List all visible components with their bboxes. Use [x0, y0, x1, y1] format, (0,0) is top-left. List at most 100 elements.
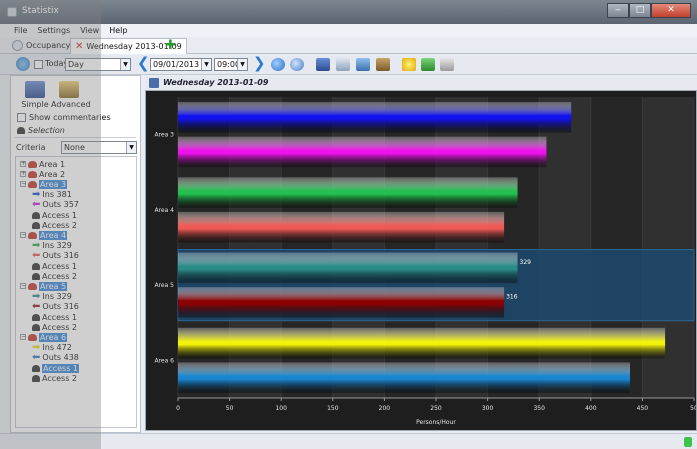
tree-item-label: Access 1 [42, 261, 78, 271]
tree-area-item[interactable]: − Area 5 [20, 281, 68, 291]
tree-access-item[interactable]: Access 1 [32, 261, 77, 271]
chart-header: Wednesday 2013-01-09 [145, 76, 697, 90]
in-arrow-icon: ➡ [32, 291, 41, 303]
tree-access-item[interactable]: Access 2 [32, 322, 77, 332]
tree-access-item[interactable]: Access 1 [32, 363, 80, 373]
area-icon [28, 170, 37, 178]
menu-help[interactable]: Help [109, 24, 127, 37]
tab-occupancy[interactable]: Occupancy [12, 38, 70, 53]
category-label: Area 3 [154, 132, 174, 139]
tree-access-item[interactable]: Access 1 [32, 210, 77, 220]
star-icon[interactable] [402, 58, 416, 71]
x-tick-label: 250 [430, 405, 442, 412]
collapse-icon[interactable]: − [20, 181, 26, 188]
tree-item-label: Ins 329 [42, 241, 72, 251]
tree-area-item[interactable]: + Area 1 [20, 159, 65, 169]
image-icon[interactable] [356, 58, 370, 71]
show-commentaries-label: Show commentaries [29, 113, 111, 122]
tree-outs-item[interactable]: ⬅ Outs 357 [32, 200, 79, 210]
bar [178, 211, 505, 243]
toolbar: Today Day ▼ ❮ 09/01/2013 ▼ 09:00 ▼ ❯ [0, 55, 697, 75]
minimize-button[interactable]: ‒ [607, 3, 629, 18]
zoom-in-icon[interactable] [271, 58, 285, 71]
maximize-button[interactable]: □ [629, 3, 651, 18]
refresh-icon[interactable] [16, 57, 30, 71]
status-bar [0, 433, 697, 449]
app-icon [7, 7, 17, 17]
x-tick-label: 150 [327, 405, 339, 412]
add-tab-icon[interactable]: ✚ [165, 39, 176, 52]
bar [178, 102, 572, 133]
area-icon [28, 180, 37, 188]
date-picker[interactable]: 09/01/2013 ▼ [150, 58, 212, 71]
show-commentaries-row[interactable]: Show commentaries [17, 113, 111, 122]
criteria-select[interactable]: None ▼ [61, 141, 137, 154]
tree-area-item[interactable]: − Area 3 [20, 179, 68, 189]
area-tree: + Area 1 + Area 2− Area 3 ➡ Ins 381 ⬅ Outs 357 Ac… [15, 156, 137, 428]
tree-access-item[interactable]: Access 2 [32, 373, 77, 383]
tree-item-label: Access 2 [42, 220, 78, 230]
tree-access-item[interactable]: Access 2 [32, 271, 77, 281]
tree-ins-item[interactable]: ➡ Ins 381 [32, 190, 72, 200]
book-icon[interactable] [421, 58, 435, 71]
advanced-button[interactable]: Advanced [51, 81, 91, 109]
criteria-label: Criteria [16, 143, 46, 152]
tree-item-label: Access 1 [42, 312, 78, 322]
close-tab-icon[interactable]: ✕ [75, 41, 83, 52]
x-tick-label: 50 [226, 405, 234, 412]
expand-icon[interactable]: + [20, 171, 26, 178]
tree-outs-item[interactable]: ⬅ Outs 316 [32, 302, 79, 312]
simple-button[interactable]: Simple [17, 81, 53, 109]
expand-icon[interactable]: + [20, 161, 26, 167]
collapse-icon[interactable]: − [20, 334, 26, 341]
tree-item-label: Area 1 [39, 159, 66, 169]
tree-access-item[interactable]: Access 2 [32, 220, 77, 230]
access-icon [32, 262, 40, 270]
tree-outs-item[interactable]: ⬅ Outs 438 [32, 353, 79, 363]
next-arrow-icon[interactable]: ❯ [253, 56, 266, 71]
today-checkbox[interactable] [34, 60, 43, 69]
tree-item-label: Outs 316 [42, 251, 79, 261]
previous-arrow-icon[interactable]: ❮ [137, 56, 150, 71]
tree-ins-item[interactable]: ➡ Ins 329 [32, 241, 72, 251]
tree-item-label: Ins 329 [42, 292, 72, 302]
tree-item-label: Area 3 [39, 179, 68, 189]
menu-file[interactable]: File [14, 24, 27, 37]
access-icon [32, 272, 40, 280]
show-commentaries-checkbox[interactable] [17, 113, 26, 122]
close-button[interactable]: ✕ [651, 3, 691, 18]
bar [178, 327, 666, 359]
category-label: Area 5 [154, 282, 174, 289]
tree-area-item[interactable]: + Area 2 [20, 169, 65, 179]
menu-view[interactable]: View [80, 24, 99, 37]
collapse-icon[interactable]: − [20, 232, 26, 239]
collapse-icon[interactable]: − [20, 283, 26, 290]
time-picker[interactable]: 09:00 ▼ [214, 58, 248, 71]
area-icon [28, 231, 37, 239]
selection-icon [17, 127, 25, 134]
tree-item-label: Outs 438 [42, 353, 79, 363]
x-tick-label: 50 [690, 405, 696, 412]
tree-area-item[interactable]: − Area 6 [20, 332, 68, 342]
table-icon[interactable] [336, 58, 350, 71]
tree-area-item[interactable]: − Area 4 [20, 230, 68, 240]
tree-access-item[interactable]: Access 1 [32, 312, 77, 322]
tree-outs-item[interactable]: ⬅ Outs 316 [32, 251, 79, 261]
tree-ins-item[interactable]: ➡ Ins 472 [32, 343, 72, 353]
period-select[interactable]: Day ▼ [65, 58, 131, 71]
tree-item-label: Area 6 [39, 332, 68, 342]
selection-label: Selection [28, 126, 65, 135]
print-icon[interactable] [440, 58, 454, 71]
tab-bar: Occupancy ✕ Wednesday 2013-01-09 [0, 37, 697, 54]
chart-icon[interactable] [316, 58, 330, 71]
tree-ins-item[interactable]: ➡ Ins 329 [32, 292, 72, 302]
access-icon [32, 323, 40, 331]
period-value: Day [68, 60, 84, 69]
out-arrow-icon: ⬅ [32, 199, 41, 211]
in-arrow-icon: ➡ [32, 240, 41, 252]
zoom-out-icon[interactable] [290, 58, 304, 71]
divider [15, 137, 136, 138]
menu-settings[interactable]: Settings [37, 24, 70, 37]
access-icon [32, 211, 40, 219]
export-icon[interactable] [376, 58, 390, 71]
